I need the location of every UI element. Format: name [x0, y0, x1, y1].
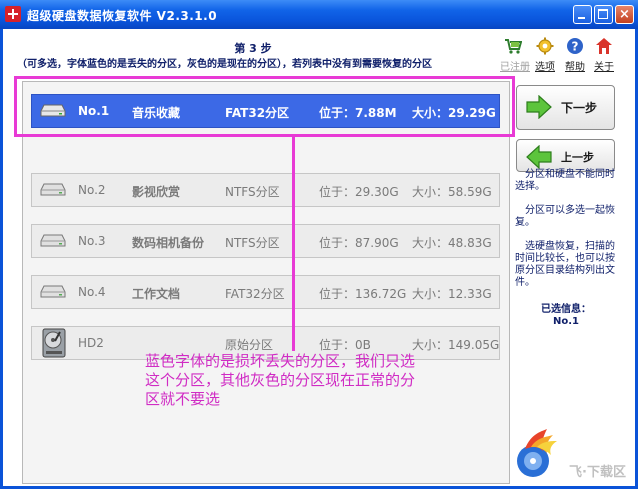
app-window: 超级硬盘数据恢复软件 V2.3.1.0 × 第 3 步 （可多选，字体蓝色的是丢… — [0, 0, 638, 489]
partition-size: 大小：48.83G — [412, 236, 492, 250]
disk-number: HD2 — [78, 336, 104, 350]
toolbar-registered-label: 已注册 — [500, 62, 530, 73]
partition-number: No.2 — [78, 183, 106, 197]
note-partition-disk: 分区和硬盘不能同时选择。 — [515, 169, 615, 192]
arrow-right-icon — [526, 95, 552, 119]
partition-name: 影视欣赏 — [132, 185, 181, 199]
selected-info-value: No.1 — [553, 316, 579, 327]
toolbar-help-label: 帮助 — [565, 62, 585, 73]
watermark-text: 飞·下载区 — [569, 465, 626, 480]
annotation-text: 蓝色字体的是损坏丢失的分区，我们只选这个分区，其他灰色的分区现在正常的分区就不要… — [145, 352, 416, 408]
next-step-button[interactable]: 下一步 — [516, 85, 615, 130]
help-icon: ? — [566, 37, 584, 55]
toolbar-registered[interactable]: 已注册 — [500, 37, 530, 77]
partition-position: 位于：29.30G — [319, 185, 399, 199]
selection-highlight-box — [14, 76, 515, 137]
toolbar-about-label: 关于 — [594, 62, 614, 73]
step-title: 第 3 步 — [234, 42, 272, 55]
selected-info: 已选信息： No.1 — [521, 304, 611, 328]
partition-fs: NTFS分区 — [225, 236, 280, 250]
partition-number: No.3 — [78, 234, 106, 248]
prev-step-label: 上一步 — [561, 151, 594, 164]
home-icon — [595, 37, 613, 55]
partition-size: 大小：58.59G — [412, 185, 492, 199]
partition-list[interactable]: No.1 音乐收藏 FAT32分区 位于：7.88M 大小：29.29G No.… — [22, 81, 510, 484]
partition-fs: 原始分区 — [225, 338, 274, 352]
gear-icon — [536, 37, 554, 55]
partition-fs: FAT32分区 — [225, 287, 285, 301]
toolbar-options[interactable]: 选项 — [532, 37, 558, 77]
drive-icon — [40, 285, 66, 299]
window-title: 超级硬盘数据恢复软件 V2.3.1.0 — [27, 9, 218, 23]
minimize-button[interactable] — [573, 5, 592, 24]
app-logo-icon — [5, 6, 21, 22]
note-multiselect: 分区可以多选一起恢复。 — [515, 205, 615, 228]
client-area: 第 3 步 （可多选，字体蓝色的是丢失的分区，灰色的是现在的分区），若列表中没有… — [3, 29, 635, 486]
drive-icon — [40, 234, 66, 248]
prev-step-button[interactable]: 上一步 — [516, 139, 615, 172]
partition-position: 位于：87.90G — [319, 236, 399, 250]
hard-disk-icon — [40, 328, 70, 358]
partition-size: 大小：12.33G — [412, 287, 492, 301]
toolbar-about[interactable]: 关于 — [591, 37, 617, 77]
partition-name: 数码相机备份 — [132, 236, 205, 250]
selected-info-label: 已选信息： — [541, 304, 591, 315]
arrow-left-icon — [526, 145, 552, 169]
close-button[interactable]: × — [615, 5, 634, 24]
annotation-pointer-line — [292, 136, 295, 351]
drive-icon — [40, 183, 66, 197]
cart-icon — [504, 37, 523, 55]
close-icon: × — [619, 7, 630, 22]
partition-number: No.4 — [78, 285, 106, 299]
toolbar-options-label: 选项 — [535, 62, 555, 73]
partition-row-4[interactable]: No.4 工作文档 FAT32分区 位于：136.72G 大小：12.33G — [31, 275, 500, 309]
partition-position: 位于：0B — [319, 338, 371, 352]
partition-row-2[interactable]: No.2 影视欣赏 NTFS分区 位于：29.30G 大小：58.59G — [31, 173, 500, 207]
note-disk-scan: 选硬盘恢复，扫描的时间比较长，也可以按原分区目录结构列出文件。 — [515, 241, 615, 288]
partition-fs: NTFS分区 — [225, 185, 280, 199]
instruction-text: （可多选，字体蓝色的是丢失的分区，灰色的是现在的分区），若列表中没有到需要恢复的… — [17, 59, 432, 70]
partition-position: 位于：136.72G — [319, 287, 407, 301]
partition-name: 工作文档 — [132, 287, 181, 301]
next-step-label: 下一步 — [561, 101, 598, 115]
toolbar-help[interactable]: ? 帮助 — [562, 37, 588, 77]
maximize-button[interactable] — [594, 5, 613, 24]
svg-text:?: ? — [572, 40, 579, 54]
title-bar[interactable]: 超级硬盘数据恢复软件 V2.3.1.0 × — [0, 0, 638, 29]
partition-size: 大小：149.05G — [412, 338, 500, 352]
partition-row-3[interactable]: No.3 数码相机备份 NTFS分区 位于：87.90G 大小：48.83G — [31, 224, 500, 258]
